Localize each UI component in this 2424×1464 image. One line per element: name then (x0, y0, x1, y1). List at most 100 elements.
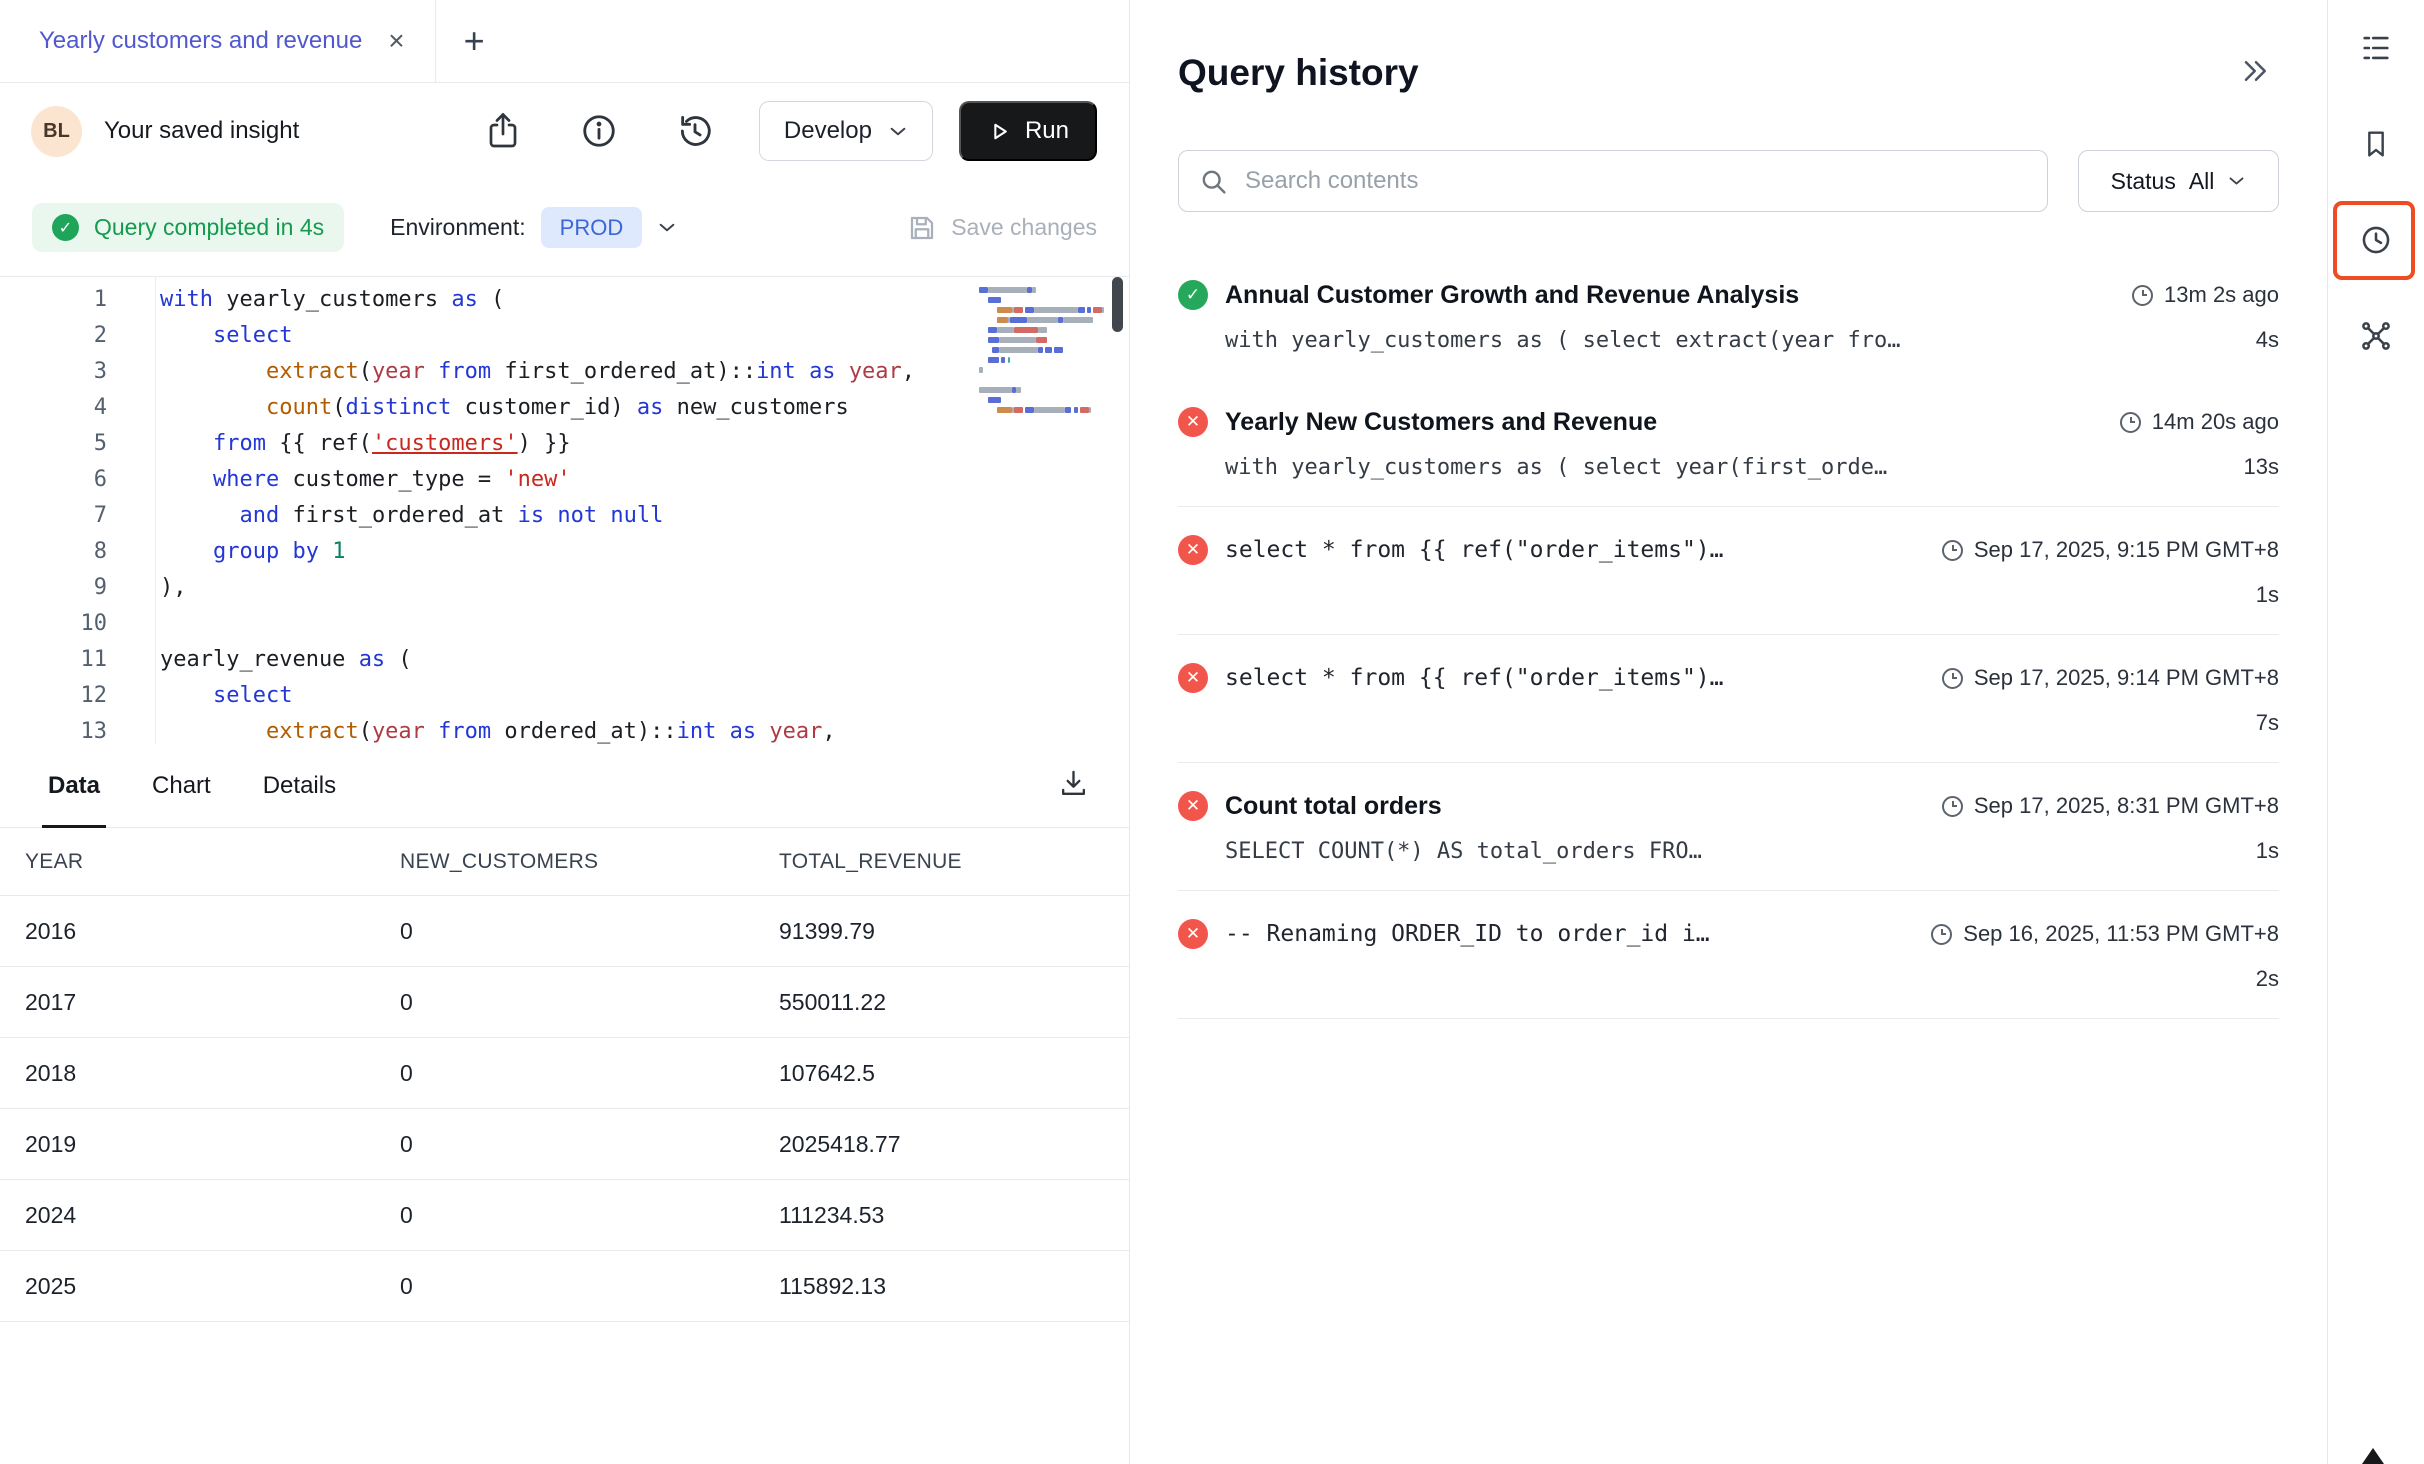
table-cell: 2016 (25, 918, 400, 945)
table-cell: 2017 (25, 989, 400, 1016)
history-item[interactable]: ✕-- Renaming ORDER_ID to order_id i…Sep … (1178, 891, 2279, 1018)
editor-panel: Yearly customers and revenue × + BL Your… (0, 0, 1130, 1464)
status-filter-dropdown[interactable]: Status All (2078, 150, 2279, 212)
new-tab-button[interactable]: + (464, 23, 485, 59)
code-line: yearly_revenue as ( (160, 642, 1129, 678)
table-cell: 0 (400, 1202, 779, 1229)
search-icon (1199, 167, 1228, 196)
table-row: 20250115892.13 (0, 1251, 1129, 1322)
minimap-line (979, 307, 1085, 313)
results-tab-data[interactable]: Data (48, 744, 100, 827)
error-icon: ✕ (1178, 791, 1208, 821)
table-body: 2016091399.7920170550011.2220180107642.5… (0, 896, 1129, 1322)
table-row: 20240111234.53 (0, 1180, 1129, 1251)
table-cell: 0 (400, 1060, 779, 1087)
history-item-query-preview: with yearly_customers as ( select year(f… (1225, 455, 2224, 480)
history-list: ✓Annual Customer Growth and Revenue Anal… (1178, 252, 2327, 1019)
sql-editor[interactable]: 12345678910111213 with yearly_customers … (0, 276, 1129, 744)
status-filter-value: All (2189, 168, 2215, 195)
history-item-timestamp: Sep 17, 2025, 9:15 PM GMT+8 (1942, 537, 2279, 563)
cursor-artifact (2362, 1448, 2384, 1464)
success-icon: ✓ (52, 214, 79, 241)
run-button[interactable]: Run (959, 101, 1097, 161)
editor-scrollbar[interactable] (1112, 277, 1123, 332)
search-box[interactable] (1178, 150, 2048, 212)
history-item-timestamp: 14m 20s ago (2120, 409, 2279, 435)
history-item[interactable]: ✕Count total ordersSep 17, 2025, 8:31 PM… (1178, 763, 2279, 890)
search-input[interactable] (1243, 166, 2027, 196)
minimap-line (979, 377, 1085, 383)
line-number: 12 (0, 678, 107, 714)
results-tab-chart[interactable]: Chart (152, 744, 211, 827)
close-tab-icon[interactable]: × (388, 27, 404, 55)
minimap-line (979, 297, 1085, 303)
query-status-text: Query completed in 4s (94, 214, 324, 241)
version-history-icon[interactable] (673, 109, 717, 153)
history-item-title: Count total orders (1225, 792, 1925, 821)
history-item[interactable]: ✕select * from {{ ref("order_items")…Sep… (1178, 635, 2279, 762)
history-item[interactable]: ✓Annual Customer Growth and Revenue Anal… (1178, 252, 2279, 379)
table-cell: 0 (400, 918, 779, 945)
line-number: 6 (0, 462, 107, 498)
format-list-icon[interactable] (2354, 26, 2398, 70)
line-number: 10 (0, 606, 107, 642)
app: Yearly customers and revenue × + BL Your… (0, 0, 2424, 1464)
clock-icon (1942, 796, 1963, 817)
history-item-duration: 13s (2224, 454, 2279, 480)
save-changes-button[interactable]: Save changes (907, 213, 1097, 243)
page-title: Query history (1178, 52, 1419, 94)
code-line: and first_ordered_at is not null (160, 498, 1129, 534)
history-item-title: Yearly New Customers and Revenue (1225, 408, 2103, 437)
history-item-query-preview: SELECT COUNT(*) AS total_orders FRO… (1225, 839, 2236, 864)
minimap-line (979, 397, 1085, 403)
error-icon: ✕ (1178, 535, 1208, 565)
code-line: from {{ ref('customers') }} (160, 426, 1129, 462)
column-header: YEAR (25, 850, 400, 874)
table-cell: 91399.79 (779, 918, 1129, 945)
tab-bar: Yearly customers and revenue × + (0, 0, 1129, 83)
line-number: 11 (0, 642, 107, 678)
history-item[interactable]: ✕Yearly New Customers and Revenue14m 20s… (1178, 379, 2279, 506)
query-history-icon[interactable] (2354, 218, 2398, 262)
line-number: 9 (0, 570, 107, 606)
query-status-pill: ✓ Query completed in 4s (32, 203, 344, 252)
lineage-icon[interactable] (2354, 314, 2398, 358)
table-cell: 111234.53 (779, 1202, 1129, 1229)
line-number: 13 (0, 714, 107, 744)
bookmark-icon[interactable] (2354, 122, 2398, 166)
minimap-line (979, 287, 1085, 293)
download-results-icon[interactable] (1058, 768, 1089, 804)
clock-icon (2132, 285, 2153, 306)
history-item-duration: 7s (2236, 710, 2279, 736)
column-header: TOTAL_REVENUE (779, 850, 1129, 874)
error-icon: ✕ (1178, 919, 1208, 949)
environment-selector[interactable]: Environment: PROD (390, 207, 677, 248)
environment-label: Environment: (390, 214, 526, 241)
minimap-line (979, 357, 1085, 363)
query-history-panel: Query history Status All ✓Annual Custome… (1130, 0, 2328, 1464)
results-tab-details[interactable]: Details (263, 744, 336, 827)
minimap-line (979, 407, 1085, 413)
editor-minimap[interactable] (979, 287, 1085, 417)
history-item-timestamp: Sep 16, 2025, 11:53 PM GMT+8 (1931, 921, 2279, 947)
collapse-panel-icon[interactable] (2241, 58, 2271, 89)
table-row: 201902025418.77 (0, 1109, 1129, 1180)
line-number: 8 (0, 534, 107, 570)
history-item-query: select * from {{ ref("order_items")… (1225, 537, 1925, 563)
info-icon[interactable] (577, 109, 621, 153)
save-icon (907, 213, 937, 243)
table-row: 20170550011.22 (0, 967, 1129, 1038)
share-icon[interactable] (481, 109, 525, 153)
history-item-duration: 1s (2236, 582, 2279, 608)
right-icon-rail (2328, 0, 2424, 1464)
line-number: 3 (0, 354, 107, 390)
history-item[interactable]: ✕ select * from {{ ref("order_items")… Sep… (1178, 507, 2279, 634)
develop-button-label: Develop (784, 117, 872, 145)
play-icon (987, 119, 1012, 144)
develop-button[interactable]: Develop (759, 101, 933, 161)
tab-title: Yearly customers and revenue (39, 27, 362, 55)
history-item-query: select * from {{ ref("order_items")… (1225, 665, 1925, 691)
tab-yearly-customers[interactable]: Yearly customers and revenue × (0, 0, 436, 82)
history-item-duration: 1s (2236, 838, 2279, 864)
table-cell: 107642.5 (779, 1060, 1129, 1087)
